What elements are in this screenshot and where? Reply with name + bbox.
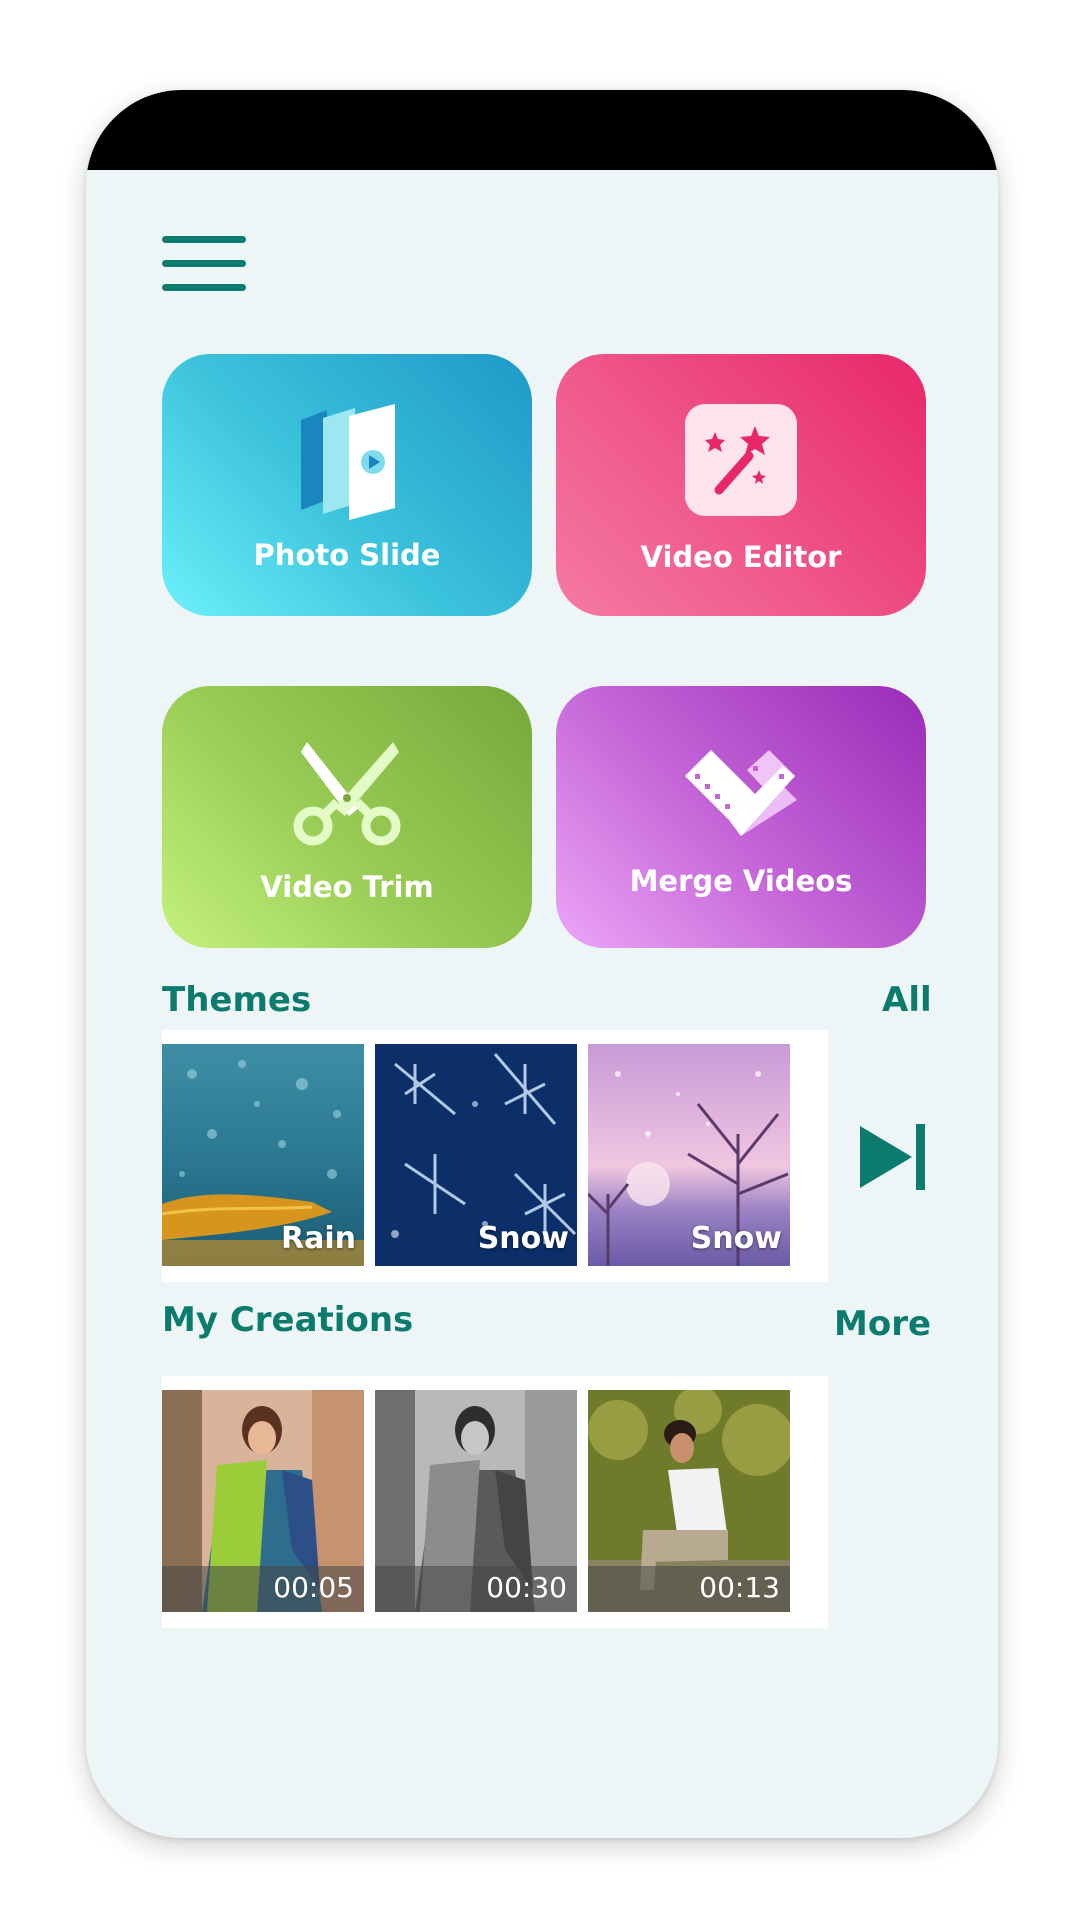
creation-thumbnail[interactable]: 00:30 (375, 1390, 577, 1612)
film-heart-icon (685, 750, 797, 836)
theme-thumbnail[interactable]: Snow (375, 1044, 577, 1266)
video-editor-button[interactable]: Video Editor (556, 354, 926, 616)
theme-thumbnail[interactable]: Snow (588, 1044, 790, 1266)
themes-title: Themes (162, 980, 312, 1020)
creation-duration: 00:30 (486, 1571, 567, 1604)
hamburger-menu-icon (162, 236, 246, 243)
creation-thumbnail[interactable]: 00:13 (588, 1390, 790, 1612)
phone-frame: Photo Slide Video Editor Video Trim Merg… (86, 90, 998, 1838)
video-trim-button[interactable]: Video Trim (162, 686, 532, 948)
photo-slide-label: Photo Slide (253, 538, 441, 572)
scissors-icon (293, 742, 401, 846)
my-creations-title: My Creations (162, 1300, 414, 1340)
creation-thumbnail[interactable]: 00:05 (162, 1390, 364, 1612)
creations-more-link[interactable]: More (834, 1304, 931, 1344)
theme-thumbnail[interactable]: Rain (162, 1044, 364, 1266)
magic-wand-icon (685, 404, 797, 516)
themes-strip: Rain Snow Snow (162, 1030, 828, 1282)
merge-videos-button[interactable]: Merge Videos (556, 686, 926, 948)
skip-next-icon[interactable] (858, 1122, 928, 1192)
creations-strip: 00:05 00:30 00:13 (162, 1376, 828, 1628)
slides-icon (301, 404, 395, 520)
video-trim-label: Video Trim (260, 870, 434, 904)
photo-slide-button[interactable]: Photo Slide (162, 354, 532, 616)
theme-label: Rain (281, 1221, 356, 1256)
themes-all-link[interactable]: All (882, 980, 932, 1020)
status-bar (86, 90, 998, 170)
theme-label: Snow (477, 1221, 569, 1256)
menu-button[interactable] (162, 236, 246, 292)
theme-label: Snow (690, 1221, 782, 1256)
video-editor-label: Video Editor (640, 540, 842, 574)
merge-videos-label: Merge Videos (629, 864, 853, 898)
creation-duration: 00:05 (273, 1571, 354, 1604)
creation-duration: 00:13 (699, 1571, 780, 1604)
